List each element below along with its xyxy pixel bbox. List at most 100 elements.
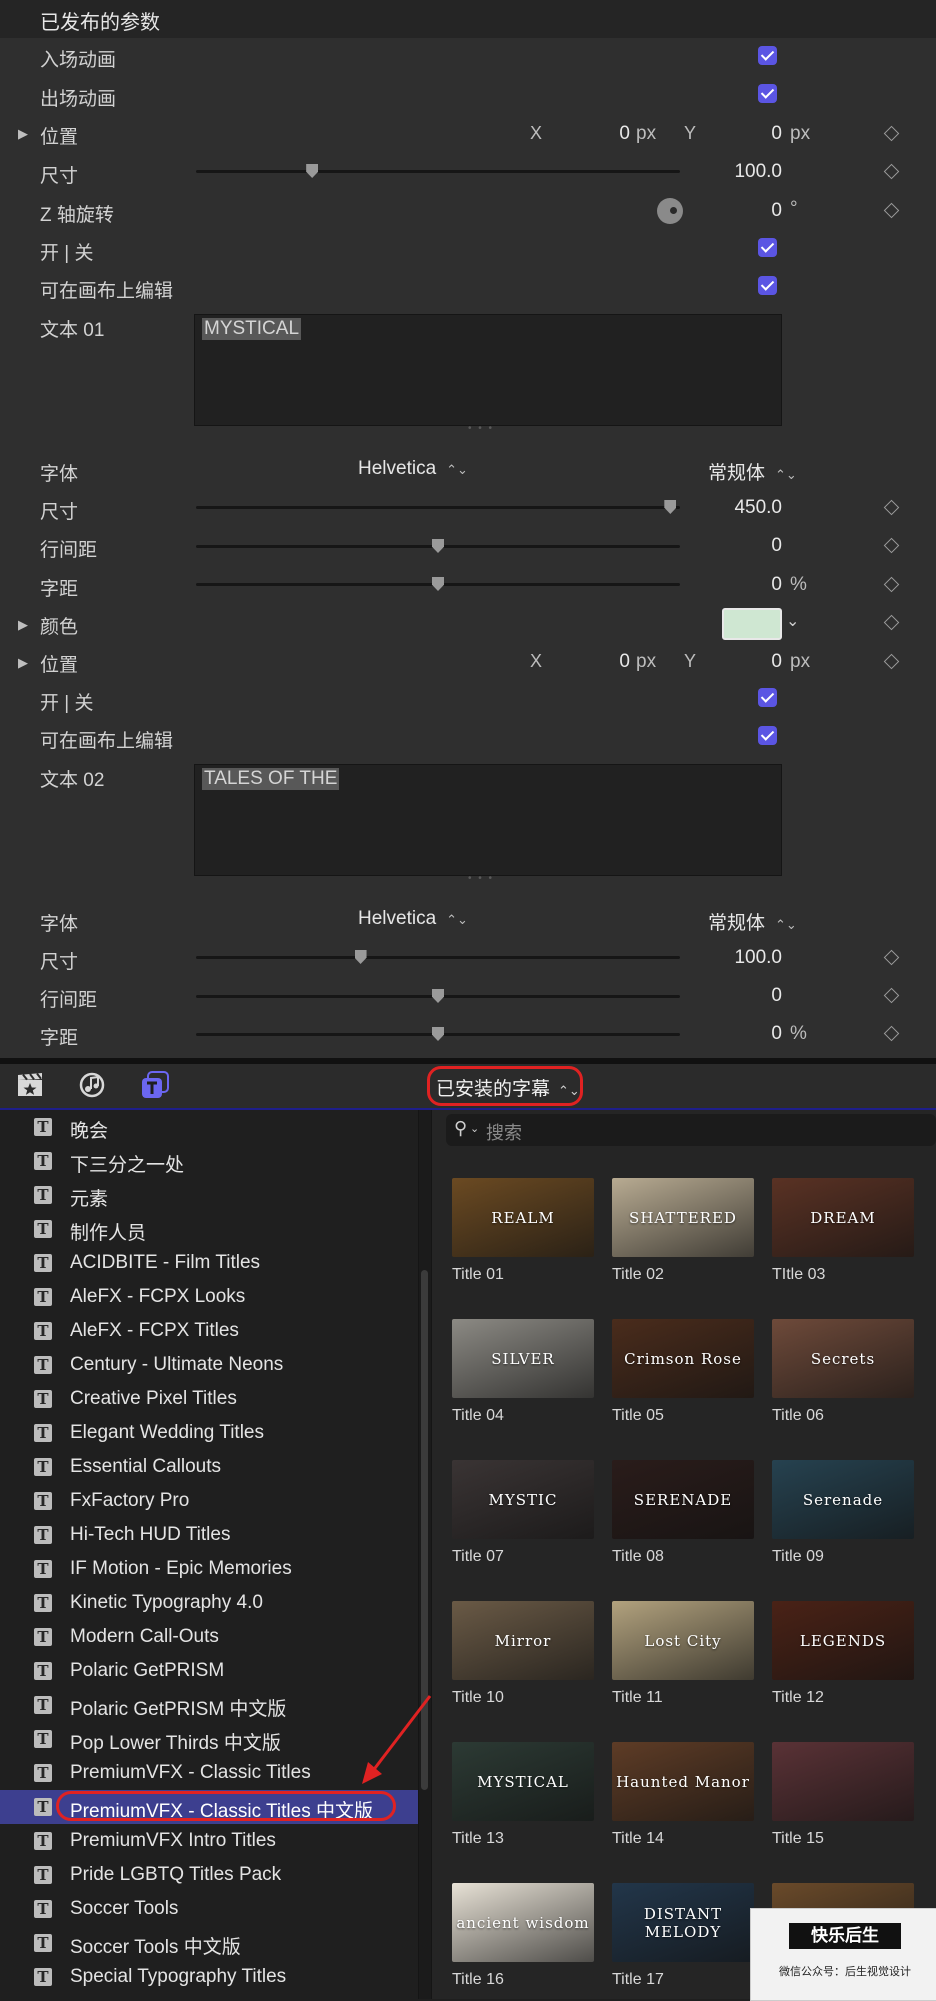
size-slider-thumb[interactable] xyxy=(306,164,319,178)
sidebar-item[interactable]: T Elegant Wedding Titles xyxy=(0,1416,418,1450)
sidebar-item[interactable]: T IF Motion - Epic Memories xyxy=(0,1552,418,1586)
title-thumbnail-card[interactable]: Title 15 xyxy=(772,1742,914,1850)
size-value[interactable]: 100.0 xyxy=(692,161,782,183)
sidebar-item[interactable]: T FxFactory Pro xyxy=(0,1484,418,1518)
title-thumbnail-card[interactable]: LEGENDS Title 12 xyxy=(772,1601,914,1709)
leading-slider-thumb[interactable] xyxy=(432,539,444,553)
font-size-value[interactable]: 100.0 xyxy=(692,947,782,969)
color-disclosure-icon[interactable]: ▶ xyxy=(18,617,28,633)
onoff-checkbox[interactable] xyxy=(758,688,777,707)
text01-field[interactable]: MYSTICAL xyxy=(194,314,782,426)
sidebar-item[interactable]: T AleFX - FCPX Titles xyxy=(0,1314,418,1348)
title-thumbnail-card[interactable]: MYSTICAL Title 13 xyxy=(452,1742,594,1850)
font-family-dropdown[interactable]: Helvetica ⌃⌄ xyxy=(358,458,468,480)
titles-icon[interactable] xyxy=(140,1070,170,1100)
sidebar-item[interactable]: T ACIDBITE - Film Titles xyxy=(0,1246,418,1280)
tracking-slider-thumb[interactable] xyxy=(432,577,444,591)
position-y-value[interactable]: 0 xyxy=(692,651,782,673)
color-swatch[interactable] xyxy=(722,608,782,640)
title-thumbnail-card[interactable]: MYSTIC Title 07 xyxy=(452,1460,594,1568)
keyframe-icon[interactable] xyxy=(883,125,900,142)
keyframe-icon[interactable] xyxy=(883,653,900,670)
resize-grip-icon[interactable]: • • • xyxy=(468,873,494,884)
sidebar-item[interactable]: T AleFX - FCPX Looks xyxy=(0,1280,418,1314)
keyframe-icon[interactable] xyxy=(883,987,900,1004)
text02-field[interactable]: TALES OF THE xyxy=(194,764,782,876)
font-size-value[interactable]: 450.0 xyxy=(692,497,782,519)
sidebar-item[interactable]: T Hi-Tech HUD Titles xyxy=(0,1518,418,1552)
title-thumbnail-card[interactable]: SERENADE Title 08 xyxy=(612,1460,754,1568)
keyframe-icon[interactable] xyxy=(883,614,900,631)
chevron-down-icon[interactable]: ⌄ xyxy=(786,611,799,631)
sidebar-item[interactable]: T 元素 xyxy=(0,1178,418,1212)
sidebar-item[interactable]: T Polaric GetPRISM xyxy=(0,1654,418,1688)
onoff-checkbox[interactable] xyxy=(758,238,777,257)
title-thumbnail-card[interactable]: SILVER Title 04 xyxy=(452,1319,594,1427)
sidebar-item[interactable]: T Essential Callouts xyxy=(0,1450,418,1484)
music-photo-icon[interactable] xyxy=(78,1072,106,1098)
editable-on-canvas-checkbox[interactable] xyxy=(758,726,777,745)
position-y-value[interactable]: 0 xyxy=(692,123,782,145)
position-disclosure-icon[interactable]: ▶ xyxy=(18,126,28,142)
keyframe-icon[interactable] xyxy=(883,949,900,966)
position-disclosure-icon[interactable]: ▶ xyxy=(18,655,28,671)
title-thumbnail-card[interactable]: Crimson Rose Title 05 xyxy=(612,1319,754,1427)
sidebar-item[interactable]: T Modern Call-Outs xyxy=(0,1620,418,1654)
font-size-slider-track[interactable] xyxy=(196,956,680,959)
title-thumbnail-card[interactable]: DREAM TItle 03 xyxy=(772,1178,914,1286)
sidebar-item[interactable]: T Soccer Tools 中文版 xyxy=(0,1926,418,1960)
sidebar-item[interactable]: T Soccer Tools xyxy=(0,1892,418,1926)
leading-value[interactable]: 0 xyxy=(692,535,782,557)
title-thumbnail-card[interactable]: Lost City Title 11 xyxy=(612,1601,754,1709)
title-thumbnail-card[interactable]: Haunted Manor Title 14 xyxy=(612,1742,754,1850)
title-thumbnail-card[interactable]: Secrets Title 06 xyxy=(772,1319,914,1427)
keyframe-icon[interactable] xyxy=(883,576,900,593)
z-rotation-value[interactable]: 0 xyxy=(692,200,782,222)
size-slider-track[interactable] xyxy=(196,170,680,173)
keyframe-icon[interactable] xyxy=(883,163,900,180)
title-thumbnail-card[interactable]: Serenade Title 09 xyxy=(772,1460,914,1568)
leading-slider-thumb[interactable] xyxy=(432,989,444,1003)
title-thumbnail-card[interactable]: Mirror Title 10 xyxy=(452,1601,594,1709)
font-size-slider-thumb[interactable] xyxy=(664,500,677,514)
position-x-value[interactable]: 0 xyxy=(540,651,630,673)
sidebar-item[interactable]: T 晚会 xyxy=(0,1110,418,1144)
leading-value[interactable]: 0 xyxy=(692,985,782,1007)
sidebar-item[interactable]: T Creative Pixel Titles xyxy=(0,1382,418,1416)
sidebar-item[interactable]: T 制作人员 xyxy=(0,1212,418,1246)
search-field[interactable]: ⚲ ⌄ 搜索 xyxy=(446,1114,936,1146)
title-thumbnail-card[interactable]: DISTANT MELODY Title 17 xyxy=(612,1883,754,1991)
title-thumbnail-card[interactable]: REALM Title 01 xyxy=(452,1178,594,1286)
sidebar-item[interactable]: T Pride LGBTQ Titles Pack xyxy=(0,1858,418,1892)
sidebar-item[interactable]: T Century - Ultimate Neons xyxy=(0,1348,418,1382)
font-size-slider-track[interactable] xyxy=(196,506,680,509)
font-weight-dropdown[interactable]: 常规体 ⌃⌄ xyxy=(708,458,797,485)
title-thumbnail-card[interactable]: ancient wisdom Title 16 xyxy=(452,1883,594,1991)
sidebar-item-label: AleFX - FCPX Titles xyxy=(70,1320,239,1341)
tracking-slider-thumb[interactable] xyxy=(432,1027,444,1041)
entry-animation-checkbox[interactable] xyxy=(758,46,777,65)
keyframe-icon[interactable] xyxy=(883,1025,900,1042)
font-weight-dropdown[interactable]: 常规体 ⌃⌄ xyxy=(708,908,797,935)
chevron-down-icon[interactable]: ⌄ xyxy=(470,1122,479,1135)
keyframe-icon[interactable] xyxy=(883,202,900,219)
editable-on-canvas-checkbox[interactable] xyxy=(758,276,777,295)
search-icon[interactable]: ⚲ xyxy=(454,1118,467,1139)
sidebar-item[interactable]: T PremiumVFX Intro Titles xyxy=(0,1824,418,1858)
font-family-dropdown[interactable]: Helvetica ⌃⌄ xyxy=(358,908,468,930)
exit-animation-checkbox[interactable] xyxy=(758,84,777,103)
rotation-dial[interactable] xyxy=(657,198,683,224)
sidebar-item[interactable]: T 下三分之一处 xyxy=(0,1144,418,1178)
sidebar-item[interactable]: T Special Typography Titles xyxy=(0,1960,418,1994)
sidebar-item[interactable]: T Kinetic Typography 4.0 xyxy=(0,1586,418,1620)
keyframe-icon[interactable] xyxy=(883,499,900,516)
resize-grip-icon[interactable]: • • • xyxy=(468,423,494,434)
tracking-value[interactable]: 0 xyxy=(692,574,782,596)
sidebar-item[interactable]: T PremiumVFX - Classic Titles 中文版 xyxy=(0,1790,418,1824)
keyframe-icon[interactable] xyxy=(883,537,900,554)
clapper-star-icon[interactable] xyxy=(16,1072,44,1098)
font-size-slider-thumb[interactable] xyxy=(354,950,367,964)
tracking-value[interactable]: 0 xyxy=(692,1023,782,1045)
position-x-value[interactable]: 0 xyxy=(540,123,630,145)
title-thumbnail-card[interactable]: SHATTERED Title 02 xyxy=(612,1178,754,1286)
